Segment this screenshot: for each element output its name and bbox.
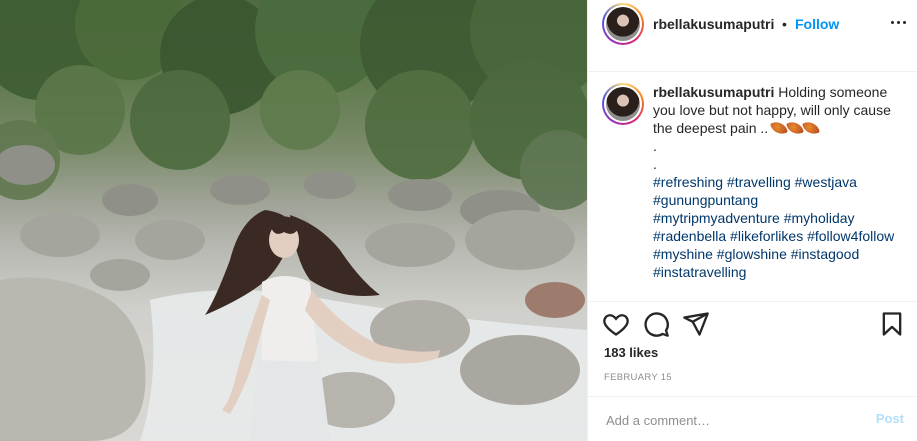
post-date[interactable]: FEBRUARY 15 <box>604 372 672 383</box>
avatar[interactable] <box>602 3 644 45</box>
follow-button[interactable]: Follow <box>795 16 839 32</box>
bookmark-icon[interactable] <box>878 310 906 338</box>
header-username[interactable]: rbellakusumaputri <box>653 16 774 32</box>
instagram-post: rbellakusumaputri • Follow rbellakusumap… <box>0 0 917 441</box>
header-separator: • <box>782 16 787 32</box>
hashtag-line[interactable]: #instatravelling <box>653 263 908 281</box>
post-side-panel: rbellakusumaputri • Follow rbellakusumap… <box>587 0 917 441</box>
caption-username[interactable]: rbellakusumaputri <box>653 84 774 100</box>
hashtag-line[interactable]: #gunungpuntang <box>653 191 908 209</box>
comment-bar: Post <box>588 396 917 441</box>
hashtag-line[interactable]: #refreshing #travelling #westjava <box>653 173 908 191</box>
more-options-icon[interactable] <box>886 10 910 34</box>
comment-icon[interactable] <box>642 310 670 338</box>
caption-section: rbellakusumaputri Holding someone you lo… <box>588 72 917 302</box>
leaf-emoji-icon <box>770 119 821 137</box>
caption-dot-line: . <box>653 138 657 154</box>
comment-input[interactable] <box>604 409 858 431</box>
post-comment-button[interactable]: Post <box>876 411 904 426</box>
heart-icon[interactable] <box>602 310 630 338</box>
hashtag-line[interactable]: #radenbella #likeforlikes #follow4follow <box>653 227 908 245</box>
caption-text: rbellakusumaputri Holding someone you lo… <box>653 83 908 281</box>
action-bar <box>588 306 917 346</box>
post-photo[interactable] <box>0 0 587 441</box>
caption-avatar[interactable] <box>602 83 644 125</box>
photo-illustration <box>0 0 587 441</box>
caption-avatar-image <box>606 87 640 121</box>
hashtag-line[interactable]: #myshine #glowshine #instagood <box>653 245 908 263</box>
likes-count[interactable]: 183 likes <box>604 345 658 360</box>
hashtag-line[interactable]: #mytripmyadventure #myholiday <box>653 209 908 227</box>
post-header: rbellakusumaputri • Follow <box>588 0 917 72</box>
share-icon[interactable] <box>682 310 710 338</box>
hashtags: #refreshing #travelling #westjava #gunun… <box>653 173 908 281</box>
avatar-image <box>606 7 640 41</box>
caption-dot-line: . <box>653 156 657 172</box>
